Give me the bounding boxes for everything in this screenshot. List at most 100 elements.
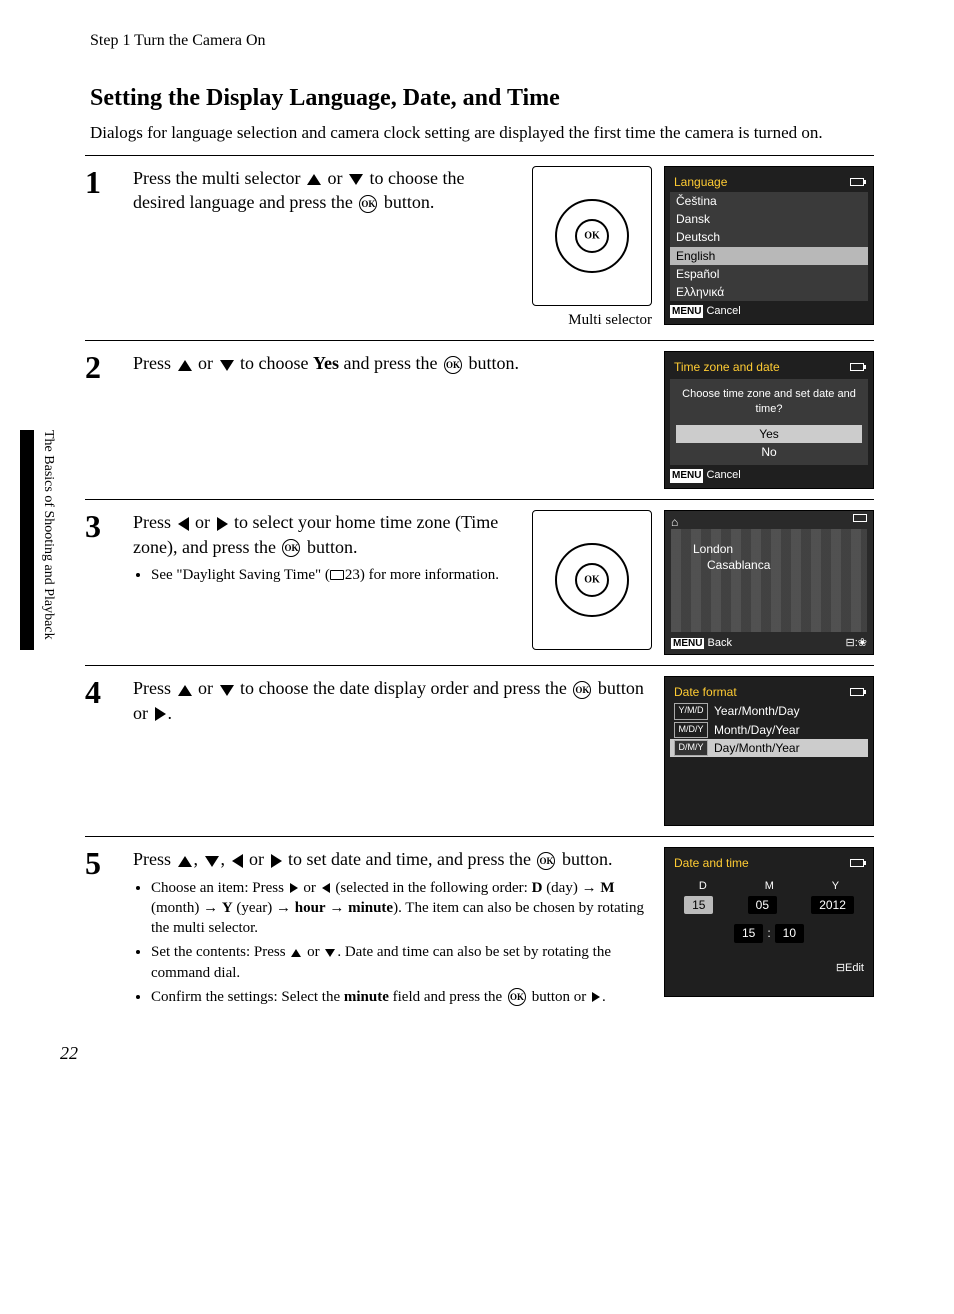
- t: button.: [468, 353, 519, 373]
- t: and press the: [344, 353, 442, 373]
- ok-icon: OK: [573, 681, 591, 699]
- y-label: Y: [832, 879, 839, 894]
- menu-tag: MENU: [670, 305, 703, 319]
- battery-icon: [850, 363, 864, 371]
- left-triangle-icon: [322, 883, 330, 893]
- battery-icon: [853, 514, 867, 522]
- up-triangle-icon: [291, 949, 301, 957]
- up-triangle-icon: [178, 360, 192, 371]
- section-tab: The Basics of Shooting and Playback: [20, 430, 57, 650]
- list-item[interactable]: Español: [670, 265, 868, 283]
- step-text: Press or to choose the date display orde…: [133, 676, 646, 826]
- step-text: Press or to select your home time zone (…: [133, 510, 514, 655]
- cancel-label[interactable]: Cancel: [706, 304, 740, 319]
- page-title: Setting the Display Language, Date, and …: [90, 82, 874, 114]
- t: (selected in the following order:: [332, 880, 532, 896]
- t: to set date and time, and press the: [288, 849, 535, 869]
- right-triangle-icon: [155, 707, 166, 721]
- list-item[interactable]: Čeština: [670, 192, 868, 210]
- t: Press: [133, 849, 176, 869]
- hour-bold: hour: [295, 900, 326, 916]
- multi-selector-label: Multi selector: [532, 310, 652, 330]
- month-value[interactable]: 05: [748, 896, 777, 914]
- t: or: [303, 944, 323, 960]
- yes-option[interactable]: Yes: [676, 425, 862, 443]
- t: (month) →: [151, 900, 222, 916]
- city-label: London: [693, 541, 733, 557]
- menu-tag: MENU: [670, 469, 703, 483]
- minute-value[interactable]: 10: [775, 924, 804, 942]
- screen-title: Date and time: [674, 855, 749, 871]
- bullet: See "Daylight Saving Time" (23) for more…: [151, 565, 514, 585]
- edit-label[interactable]: Edit: [845, 962, 864, 974]
- right-triangle-icon: [271, 854, 282, 868]
- minute-bold: minute: [344, 989, 389, 1005]
- down-triangle-icon: [349, 174, 363, 185]
- bullet: Choose an item: Press or (selected in th…: [151, 878, 646, 939]
- divider: [85, 836, 874, 837]
- t: or: [198, 353, 218, 373]
- m-label: M: [765, 879, 774, 894]
- day-value[interactable]: 15: [684, 896, 713, 914]
- no-option[interactable]: No: [676, 443, 862, 461]
- back-label[interactable]: Back: [708, 637, 732, 649]
- format-option[interactable]: Y/M/DYear/Month/Day: [670, 702, 868, 720]
- t: ,: [194, 849, 203, 869]
- t: ,: [221, 849, 230, 869]
- d-bold: D: [532, 880, 543, 896]
- timezone-prompt-screen: Time zone and date Choose time zone and …: [664, 351, 874, 489]
- t: Press: [133, 678, 176, 698]
- list-item[interactable]: Ελληνικά: [670, 283, 868, 301]
- prompt-text: Choose time zone and set date and time?: [676, 387, 862, 417]
- step-number: 1: [85, 166, 115, 330]
- city-label: Casablanca: [707, 557, 770, 573]
- label: Year/Month/Day: [714, 703, 800, 719]
- date-time-screen: Date and time D M Y 15 05 2012 15 : 10 ⊟…: [664, 847, 874, 997]
- t: button.: [384, 192, 435, 212]
- up-triangle-icon: [178, 685, 192, 696]
- step-4: 4 Press or to choose the date display or…: [85, 676, 874, 826]
- m-bold: M: [600, 880, 614, 896]
- list-item-selected[interactable]: English: [670, 247, 868, 265]
- label: Day/Month/Year: [714, 740, 800, 756]
- language-screen: Language Čeština Dansk Deutsch English E…: [664, 166, 874, 325]
- bullet: Set the contents: Press or . Date and ti…: [151, 942, 646, 983]
- t: See "Daylight Saving Time" (: [151, 567, 330, 583]
- down-triangle-icon: [220, 360, 234, 371]
- divider: [85, 340, 874, 341]
- screen-title: Language: [674, 174, 727, 190]
- step-number: 3: [85, 510, 115, 655]
- step-number: 2: [85, 351, 115, 489]
- down-triangle-icon: [220, 685, 234, 696]
- ok-icon: OK: [584, 574, 600, 588]
- intro-text: Dialogs for language selection and camer…: [90, 122, 874, 145]
- edit-icon: ⊟: [836, 962, 845, 974]
- t: Choose an item: Press: [151, 880, 288, 896]
- t: or: [327, 168, 347, 188]
- colon: :: [767, 925, 770, 941]
- screen-title: Time zone and date: [674, 359, 780, 375]
- list-item[interactable]: Deutsch: [670, 228, 868, 246]
- ok-icon: OK: [359, 195, 377, 213]
- battery-icon: [850, 859, 864, 867]
- up-triangle-icon: [178, 856, 192, 867]
- ok-icon: OK: [444, 356, 462, 374]
- t: button.: [562, 849, 613, 869]
- year-value[interactable]: 2012: [811, 896, 854, 914]
- list-item[interactable]: Dansk: [670, 210, 868, 228]
- book-icon: [330, 570, 344, 580]
- format-option[interactable]: M/D/YMonth/Day/Year: [670, 721, 868, 739]
- right-triangle-icon: [592, 992, 600, 1002]
- t: Press: [133, 512, 176, 532]
- multi-selector-diagram: OK: [532, 166, 652, 306]
- step-text: Press or to choose Yes and press the OK …: [133, 351, 646, 489]
- dst-icon: ⊟:❀: [846, 636, 868, 651]
- format-option-selected[interactable]: D/M/YDay/Month/Year: [670, 739, 868, 757]
- t: or: [198, 678, 218, 698]
- down-triangle-icon: [325, 949, 335, 957]
- label: Month/Day/Year: [714, 722, 800, 738]
- hour-value[interactable]: 15: [734, 924, 763, 942]
- cancel-label[interactable]: Cancel: [706, 468, 740, 483]
- page-number: 22: [60, 1041, 874, 1065]
- right-triangle-icon: [217, 517, 228, 531]
